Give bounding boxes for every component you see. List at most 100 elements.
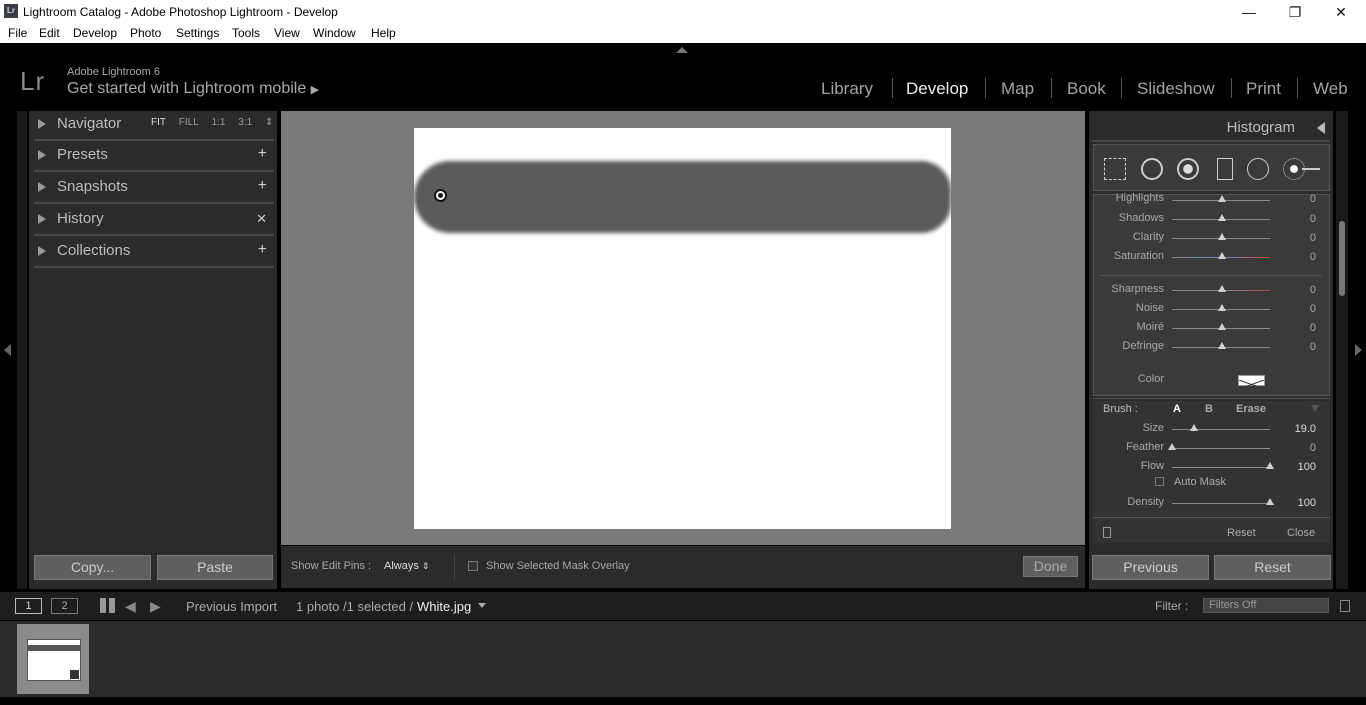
- brush-menu-icon[interactable]: [1311, 405, 1319, 412]
- filename-label[interactable]: White.jpg: [417, 599, 471, 614]
- density-slider-thumb[interactable]: [1266, 498, 1274, 505]
- add-collection-icon[interactable]: +: [258, 241, 267, 259]
- size-value[interactable]: 19.0: [1286, 423, 1316, 435]
- graduated-filter-icon[interactable]: [1217, 158, 1233, 180]
- done-button[interactable]: Done: [1023, 556, 1078, 577]
- noise-value[interactable]: 0: [1286, 303, 1316, 315]
- right-panel-toggle-icon[interactable]: [1355, 344, 1362, 356]
- collapse-top-arrow-icon[interactable]: [676, 47, 688, 53]
- flow-slider-track[interactable]: [1172, 467, 1270, 468]
- source-label[interactable]: Previous Import: [186, 599, 277, 614]
- module-develop[interactable]: Develop: [906, 79, 968, 99]
- menu-edit[interactable]: Edit: [39, 26, 60, 40]
- density-slider-track[interactable]: [1172, 503, 1270, 504]
- close-button[interactable]: ✕: [1318, 2, 1364, 22]
- red-eye-icon[interactable]: [1177, 158, 1199, 180]
- menu-file[interactable]: File: [8, 26, 27, 40]
- window-2-button[interactable]: 2: [51, 598, 78, 614]
- zoom-fill[interactable]: FILL: [179, 117, 199, 128]
- size-slider-thumb[interactable]: [1189, 424, 1198, 431]
- forward-arrow-icon[interactable]: ▶: [150, 598, 161, 615]
- sharpness-slider-thumb[interactable]: [1218, 285, 1226, 292]
- expand-triangle-icon[interactable]: [38, 182, 46, 192]
- expand-triangle-icon[interactable]: [38, 150, 46, 160]
- panel-toggle-switch[interactable]: [1103, 527, 1111, 538]
- presets-header[interactable]: Presets +: [29, 142, 277, 172]
- brush-mode-erase[interactable]: Erase: [1236, 403, 1266, 415]
- panel-scrollbar[interactable]: [1339, 221, 1345, 296]
- flow-slider-thumb[interactable]: [1266, 462, 1274, 469]
- menu-tools[interactable]: Tools: [232, 26, 260, 40]
- feather-slider-track[interactable]: [1172, 448, 1270, 449]
- module-slideshow[interactable]: Slideshow: [1137, 79, 1215, 99]
- menu-view[interactable]: View: [274, 26, 300, 40]
- minimize-button[interactable]: —: [1226, 2, 1272, 22]
- auto-mask-checkbox[interactable]: [1155, 477, 1164, 486]
- left-panel-toggle-icon[interactable]: [4, 344, 11, 356]
- brush-mode-b[interactable]: B: [1205, 403, 1213, 415]
- grid-view-icon[interactable]: [100, 598, 115, 613]
- saturation-value[interactable]: 0: [1286, 251, 1316, 263]
- add-snapshot-icon[interactable]: +: [258, 177, 267, 195]
- collections-header[interactable]: Collections +: [29, 238, 277, 268]
- menu-help[interactable]: Help: [371, 26, 396, 40]
- expand-triangle-icon[interactable]: [38, 246, 46, 256]
- history-header[interactable]: History ✕: [29, 206, 277, 236]
- highlights-value[interactable]: 0: [1286, 193, 1316, 205]
- edit-pin-icon[interactable]: [434, 189, 447, 202]
- radial-filter-icon[interactable]: [1247, 158, 1269, 180]
- navigator-header[interactable]: Navigator FIT FILL 1:1 3:1 ⇕: [29, 111, 277, 141]
- crop-overlay-icon[interactable]: [1104, 158, 1126, 180]
- snapshots-header[interactable]: Snapshots +: [29, 174, 277, 204]
- show-edit-pins-select[interactable]: Always ⇕: [384, 560, 429, 572]
- reset-button[interactable]: Reset: [1214, 555, 1331, 580]
- size-slider-track[interactable]: [1172, 429, 1270, 430]
- photo-preview[interactable]: [414, 128, 951, 529]
- module-map[interactable]: Map: [1001, 79, 1034, 99]
- module-web[interactable]: Web: [1313, 79, 1348, 99]
- filter-lock-icon[interactable]: [1340, 600, 1350, 612]
- menu-develop[interactable]: Develop: [73, 26, 117, 40]
- back-arrow-icon[interactable]: ◀: [125, 598, 136, 615]
- module-book[interactable]: Book: [1067, 79, 1106, 99]
- module-print[interactable]: Print: [1246, 79, 1281, 99]
- menu-window[interactable]: Window: [313, 26, 356, 40]
- sharpness-value[interactable]: 0: [1286, 284, 1316, 296]
- module-library[interactable]: Library: [821, 79, 873, 99]
- zoom-3-1[interactable]: 3:1: [238, 117, 252, 128]
- clarity-value[interactable]: 0: [1286, 232, 1316, 244]
- zoom-stepper-icon[interactable]: ⇕: [265, 117, 273, 128]
- shadows-value[interactable]: 0: [1286, 213, 1316, 225]
- moire-slider-thumb[interactable]: [1218, 323, 1226, 330]
- flow-value[interactable]: 100: [1286, 461, 1316, 473]
- close-link[interactable]: Close: [1287, 527, 1315, 539]
- add-preset-icon[interactable]: +: [258, 145, 267, 163]
- clear-history-icon[interactable]: ✕: [256, 211, 267, 227]
- thumbnail-image[interactable]: [27, 639, 81, 681]
- zoom-fit[interactable]: FIT: [151, 117, 166, 128]
- expand-triangle-icon[interactable]: [38, 119, 46, 129]
- zoom-1-1[interactable]: 1:1: [212, 117, 226, 128]
- copy-button[interactable]: Copy...: [34, 555, 151, 580]
- filename-dropdown-icon[interactable]: [478, 603, 486, 608]
- density-value[interactable]: 100: [1286, 497, 1316, 509]
- thumbnail-cell[interactable]: [17, 624, 89, 694]
- defringe-value[interactable]: 0: [1286, 341, 1316, 353]
- menu-photo[interactable]: Photo: [130, 26, 161, 40]
- moire-value[interactable]: 0: [1286, 322, 1316, 334]
- defringe-slider-thumb[interactable]: [1218, 342, 1226, 349]
- mask-overlay-checkbox[interactable]: [468, 561, 478, 571]
- spot-removal-icon[interactable]: [1141, 158, 1163, 180]
- menu-settings[interactable]: Settings: [176, 26, 219, 40]
- restore-button[interactable]: ❐: [1272, 2, 1318, 22]
- histogram-collapse-icon[interactable]: [1317, 122, 1325, 134]
- paste-button[interactable]: Paste: [157, 555, 273, 580]
- feather-slider-thumb[interactable]: [1168, 443, 1176, 450]
- clarity-slider-thumb[interactable]: [1218, 233, 1226, 240]
- filter-select[interactable]: Filters Off: [1203, 598, 1329, 613]
- expand-triangle-icon[interactable]: [38, 214, 46, 224]
- previous-button[interactable]: Previous: [1092, 555, 1209, 580]
- saturation-slider-thumb[interactable]: [1218, 252, 1226, 259]
- feather-value[interactable]: 0: [1286, 442, 1316, 454]
- mobile-link[interactable]: Get started with Lightroom mobile ▶: [67, 80, 319, 98]
